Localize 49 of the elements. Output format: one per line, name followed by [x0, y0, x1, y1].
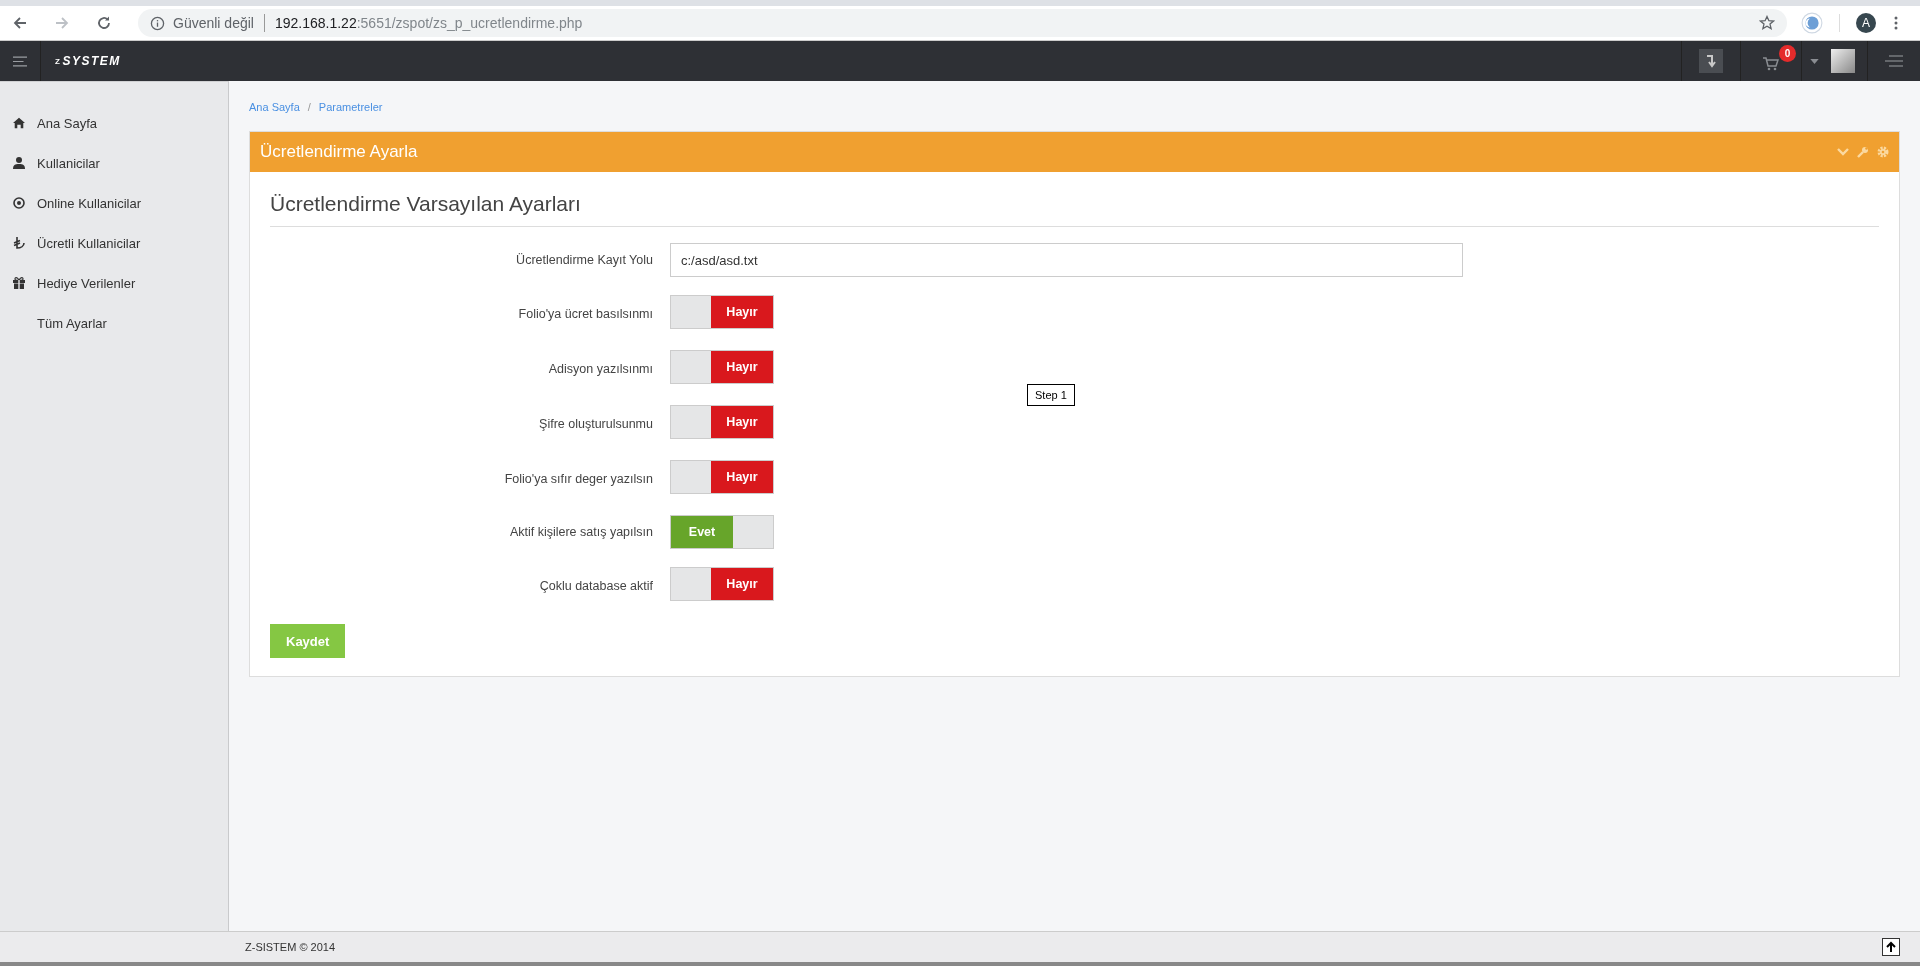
input-field[interactable]: c:/asd/asd.txt: [670, 243, 1463, 277]
toggle-switch[interactable]: Hayır: [670, 350, 774, 384]
field-label: Adisyon yazılsınmı: [547, 361, 653, 376]
field-label: Şifre oluşturulsunmu: [538, 416, 653, 431]
field-label: Aktif kişilere satış yapılsın: [508, 525, 653, 539]
field-label: Folio'ya ücret basılsınmı: [517, 306, 653, 321]
address-bar[interactable]: Güvenli değil 192.168.1.22:5651/zspot/zs_p_ucretlendirme.php: [138, 9, 1787, 37]
gift-icon: [13, 277, 25, 289]
info-icon[interactable]: [150, 15, 165, 31]
target-icon: [13, 197, 25, 209]
panel-title: Ücretlendirme Ayarla: [260, 142, 418, 162]
home-icon: [13, 117, 25, 129]
arrow-down-icon[interactable]: [1699, 49, 1723, 73]
extension-icon[interactable]: [1801, 12, 1823, 34]
sidebar-item[interactable]: Tüm Ayarlar: [0, 303, 228, 343]
url-path: :5651/zspot/zs_p_ucretlendirme.php: [356, 15, 583, 31]
tooltip: Step 1: [1027, 384, 1075, 406]
cart-count-badge: 0: [1779, 45, 1796, 62]
menu-icon[interactable]: [13, 55, 27, 67]
toggle-switch[interactable]: Hayır: [670, 567, 774, 601]
field-label: Ücretlendirme Kayıt Yolu: [515, 253, 653, 267]
sidebar-item[interactable]: Ücretli Kullanicilar: [0, 223, 228, 263]
reload-icon[interactable]: [96, 15, 112, 31]
menu-icon[interactable]: [1885, 55, 1903, 67]
field-label: Çoklu database aktif: [538, 578, 653, 593]
field-label: Folio'ya sıfır deger yazılsın: [503, 471, 653, 486]
sidebar-item[interactable]: Kullanicilar: [0, 143, 228, 183]
cart-icon[interactable]: [1763, 57, 1779, 71]
lira-icon: [13, 237, 25, 249]
sidebar-item[interactable]: Online Kullanicilar: [0, 183, 228, 223]
arrow-up-icon[interactable]: [1882, 938, 1900, 956]
footer-text: Z-SISTEM © 2014: [245, 941, 336, 953]
sidebar-item[interactable]: Hediye Verilenler: [0, 263, 228, 303]
security-label: Güvenli değil: [173, 15, 254, 31]
profile-avatar[interactable]: A: [1856, 13, 1876, 33]
section-heading: Ücretlendirme Varsayılan Ayarları: [270, 192, 1879, 227]
url-host: 192.168.1.22: [274, 15, 357, 31]
breadcrumb-separator: /: [307, 101, 311, 113]
back-icon[interactable]: [12, 15, 28, 31]
star-icon[interactable]: [1759, 15, 1775, 31]
more-icon[interactable]: [1894, 15, 1898, 31]
user-icon: [13, 157, 25, 169]
caret-icon[interactable]: [1810, 58, 1819, 64]
user-photo-placeholder[interactable]: [1831, 49, 1855, 73]
toggle-switch[interactable]: Hayır: [670, 295, 774, 329]
toggle-switch[interactable]: Hayır: [670, 405, 774, 439]
sidebar-item[interactable]: Ana Sayfa: [0, 103, 228, 143]
toggle-switch[interactable]: Hayır: [670, 460, 774, 494]
logo[interactable]: Z SYSTEM: [55, 41, 121, 81]
